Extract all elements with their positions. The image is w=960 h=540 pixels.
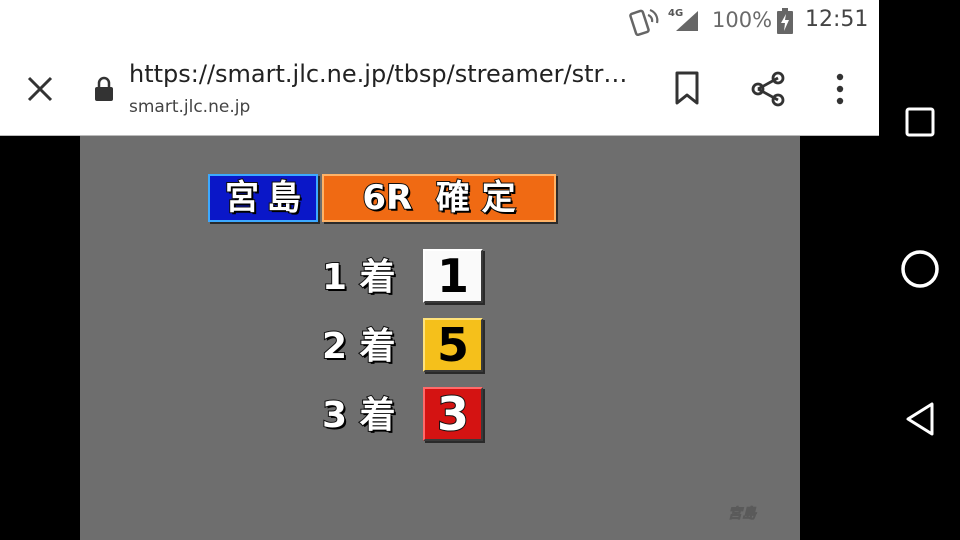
recents-icon[interactable] [903,105,937,139]
result-row-3: 3 着 3 [321,387,562,445]
nfc-icon [629,8,659,36]
browser-toolbar: https://smart.jlc.ne.jp/tbsp/streamer/st… [0,40,879,136]
place-label: 2 着 [321,325,397,368]
signal-icon [676,11,698,31]
venue-name: 宮島 [224,177,309,219]
boat-number-badge: 1 [423,249,483,303]
back-icon[interactable] [903,400,937,438]
place-label: 1 着 [321,256,397,299]
lock-icon [95,76,113,101]
battery-charging-icon [777,8,793,34]
venue-badge: 宮島 [208,174,318,222]
more-vert-icon[interactable] [826,70,854,108]
result-row-2: 2 着 5 [321,318,562,376]
clock: 12:51 [805,7,869,32]
bookmark-icon[interactable] [670,70,704,106]
share-icon[interactable] [749,70,787,108]
url-bar[interactable]: https://smart.jlc.ne.jp/tbsp/streamer/st… [129,60,634,94]
navigation-bar [879,0,960,540]
boat-number-badge: 5 [423,318,483,372]
result-row-1: 1 着 1 [321,249,562,307]
close-icon[interactable] [24,73,56,105]
broadcast-watermark-logo: 宮島 [728,506,757,523]
domain-label: smart.jlc.ne.jp [129,97,251,117]
home-icon[interactable] [899,248,941,290]
video-player[interactable]: 宮島 6R 確 定 1 着 1 2 着 5 3 着 3 宮島 [80,136,800,540]
race-status-badge: 6R 確 定 [322,174,556,222]
battery-percent: 100% [712,8,773,32]
race-status: 6R 確 定 [361,177,516,219]
status-bar: 4G 100% 12:51 [0,0,879,40]
place-label: 3 着 [321,394,397,437]
boat-number-badge: 3 [423,387,483,441]
